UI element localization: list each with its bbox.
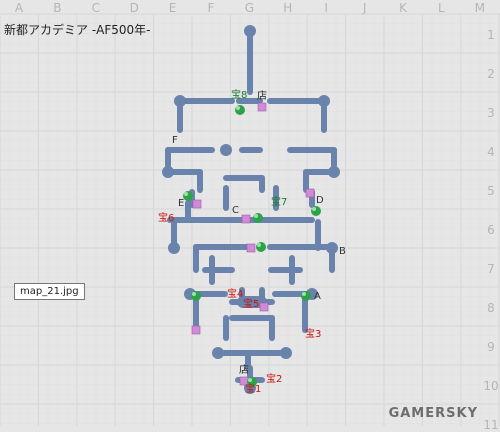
corridor-node-5 (328, 166, 340, 178)
treasure-label-7: 宝7 (271, 195, 287, 208)
corridor-node-1 (174, 95, 186, 107)
treasure-label-5: 宝5 (243, 297, 259, 310)
point-label-b: B (339, 246, 346, 257)
point-label-f: F (172, 135, 178, 146)
point-label-c: C (232, 205, 239, 216)
shop-label-bottom: 店 (239, 363, 249, 376)
treasure-label-4: 宝4 (227, 287, 243, 300)
door-3 (305, 188, 315, 198)
point-label-d: D (316, 195, 324, 206)
dungeon-map: A B C D E F 宝1 宝2 宝3 宝4 宝5 宝6 宝7 宝8 店 店 (158, 25, 346, 395)
door-1 (192, 199, 202, 209)
door-2 (241, 214, 251, 224)
treasure-marker-3 (311, 206, 321, 216)
corridor-node-8 (212, 347, 224, 359)
treasure-marker-6 (301, 291, 311, 301)
file-name-label: map_21.jpg (14, 283, 85, 300)
treasure-label-8: 宝8 (231, 88, 247, 101)
corridor-node-9 (280, 347, 292, 359)
treasure-marker-2 (253, 213, 263, 223)
treasure-marker-1 (183, 191, 193, 201)
corridor-node-3 (220, 144, 232, 156)
treasure-marker-0 (235, 105, 245, 115)
door-4 (246, 243, 256, 253)
map-entrance-top (246, 27, 254, 33)
point-label-a: A (314, 291, 321, 302)
corridor-node-4 (162, 166, 174, 178)
treasure-label-6: 宝6 (158, 211, 174, 224)
treasure-label-1: 宝1 (245, 382, 261, 395)
door-5 (191, 325, 201, 335)
corridor-node-2 (318, 95, 330, 107)
treasure-label-3: 宝3 (305, 327, 321, 340)
shop-label-top: 店 (257, 89, 267, 102)
door-6 (259, 302, 269, 312)
point-label-e: E (178, 198, 184, 209)
treasure-marker-4 (256, 242, 266, 252)
watermark: GAMERSKY (388, 406, 478, 421)
treasure-marker-5 (191, 291, 201, 301)
corridor-node-6 (168, 242, 180, 254)
corridor-node-7 (326, 242, 338, 254)
spreadsheet-sheet: A B C D E F G H I J K L M 1 2 3 4 5 6 7 8 9 10 11 新都アカデミア -AF50… (0, 0, 500, 432)
treasure-label-2: 宝2 (266, 372, 282, 385)
door-0 (257, 102, 267, 112)
